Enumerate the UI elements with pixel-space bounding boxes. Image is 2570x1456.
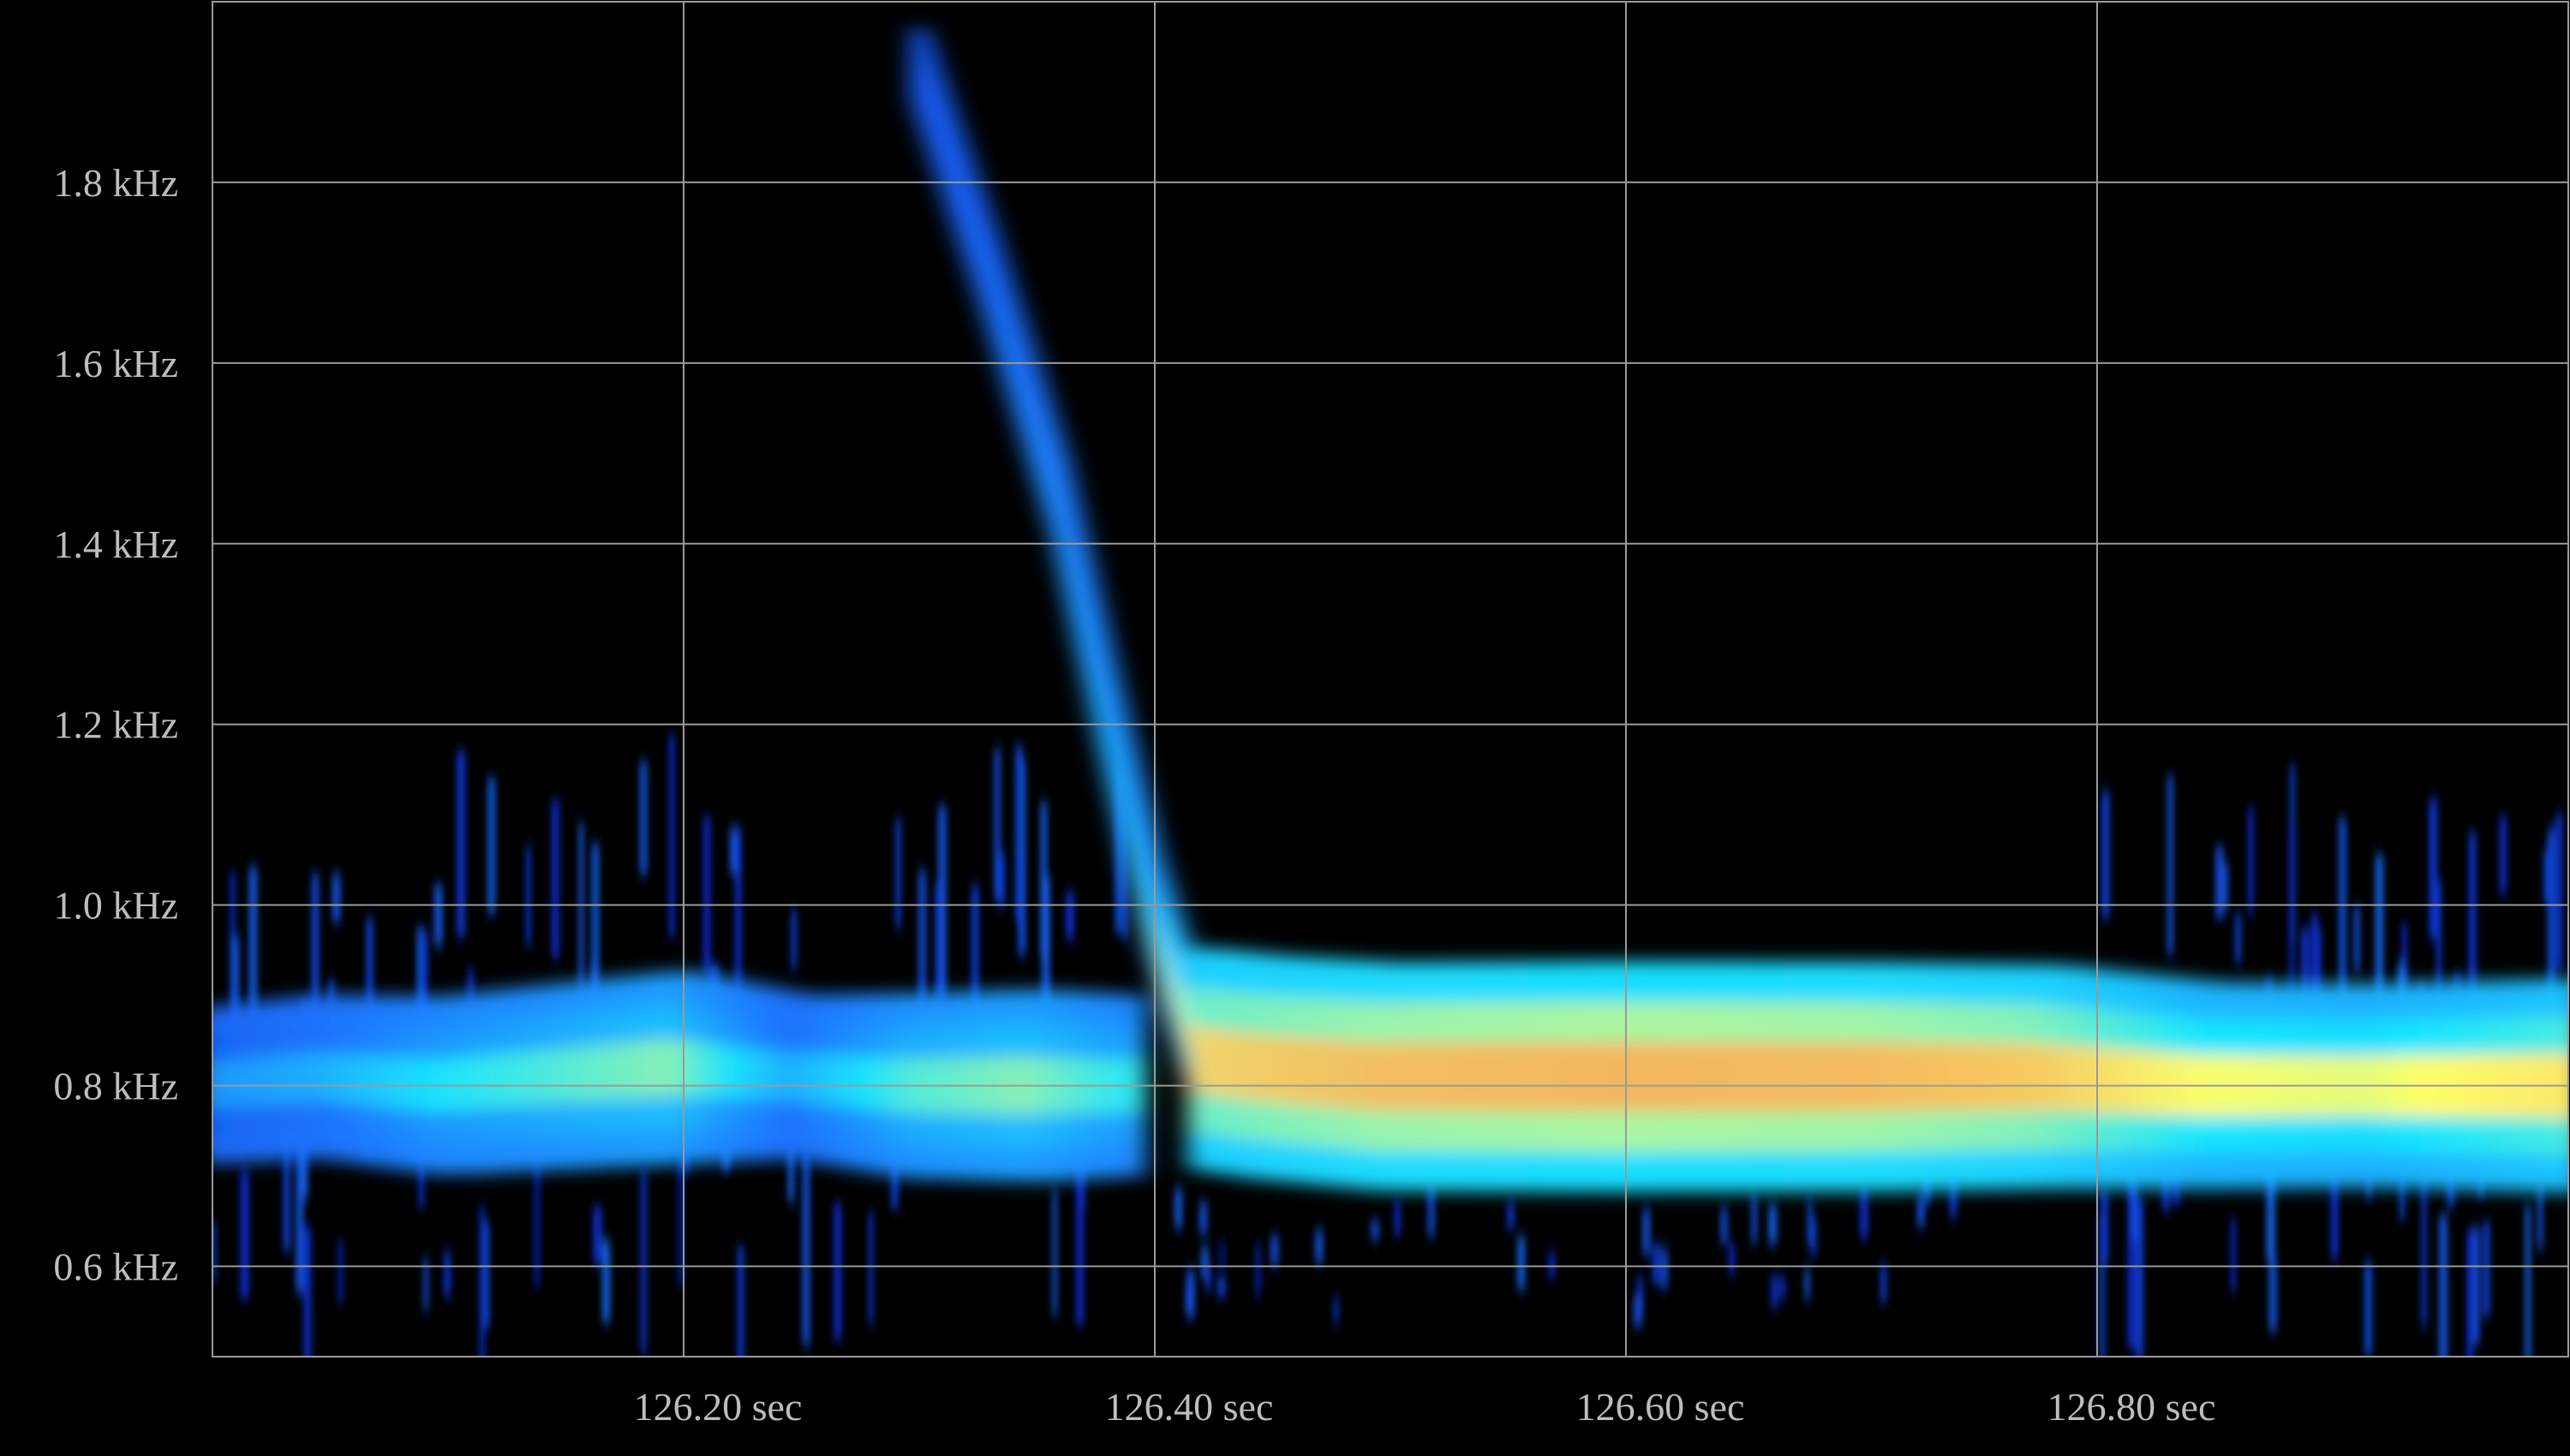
noise-streak	[457, 750, 465, 938]
noise-streak	[2339, 818, 2346, 1003]
noise-streak	[2230, 1218, 2236, 1292]
noise-streak	[833, 1202, 842, 1340]
noise-streak	[1507, 1202, 1515, 1230]
y-tick-label: 1.0 kHz	[53, 884, 178, 928]
noise-streak	[918, 869, 926, 1004]
noise-streak	[1768, 1204, 1778, 1244]
noise-streak	[1256, 1244, 1261, 1296]
noise-streak	[602, 1239, 611, 1322]
noise-streak	[1652, 1244, 1660, 1285]
noise-streak	[525, 845, 531, 946]
noise-streak	[1371, 1220, 1379, 1240]
noise-streak	[2353, 905, 2360, 972]
noise-streak	[2555, 813, 2563, 970]
x-tick-label: 126.20 sec	[634, 1385, 803, 1429]
noise-streak	[639, 761, 648, 875]
noise-streak	[1394, 1201, 1401, 1236]
noise-streak	[433, 883, 443, 946]
noise-streak	[729, 826, 738, 874]
noise-streak	[1880, 1264, 1887, 1303]
y-tick-label: 1.6 kHz	[53, 342, 178, 385]
noise-streak	[332, 873, 341, 922]
noise-streak	[2499, 816, 2507, 894]
noise-streak	[2100, 1189, 2108, 1264]
noise-streak	[2215, 846, 2224, 918]
noise-streak	[2167, 775, 2173, 955]
noise-streak	[593, 1206, 602, 1264]
noise-streak	[668, 734, 675, 938]
noise-streak	[1204, 1266, 1211, 1291]
noise-streak	[487, 778, 496, 914]
noise-streak	[591, 843, 600, 994]
noise-streak	[303, 1226, 312, 1357]
noise-streak	[1811, 1216, 1817, 1257]
noise-streak	[1860, 1187, 1868, 1238]
noise-streak	[1804, 1268, 1810, 1299]
noise-streak	[2268, 1258, 2277, 1332]
y-tick-label: 0.6 kHz	[53, 1245, 178, 1289]
x-tick-label: 126.40 sec	[1105, 1385, 1274, 1429]
x-tick-label: 126.80 sec	[2047, 1385, 2216, 1429]
noise-streak	[240, 1171, 249, 1299]
noise-streak	[994, 749, 1001, 900]
noise-streak	[2429, 798, 2438, 939]
noise-streak	[1771, 1275, 1778, 1308]
noise-streak	[1729, 1243, 1736, 1274]
noise-streak	[2543, 849, 2549, 903]
noise-streak	[1040, 801, 1048, 958]
noise-streak	[1517, 1236, 1526, 1290]
noise-streak	[1270, 1234, 1279, 1267]
noise-streak	[551, 799, 559, 959]
series-band-1	[1376, 961, 2568, 1193]
noise-streak	[2247, 808, 2254, 915]
noise-streak	[641, 1171, 647, 1353]
y-tick-label: 1.2 kHz	[53, 703, 178, 747]
y-tick-label: 1.4 kHz	[53, 522, 178, 566]
noise-streak	[1642, 1208, 1651, 1256]
noise-streak	[1186, 1268, 1195, 1318]
y-tick-label: 0.8 kHz	[53, 1065, 178, 1108]
noise-streak	[1334, 1297, 1339, 1323]
noise-streak	[2537, 1182, 2543, 1250]
noise-streak	[938, 805, 947, 1000]
noise-streak	[737, 1245, 744, 1357]
noise-streak	[2101, 791, 2110, 918]
noise-streak	[1065, 892, 1074, 940]
noise-streak	[2136, 1196, 2143, 1357]
noise-streak	[1548, 1252, 1556, 1279]
noise-streak	[2223, 862, 2228, 910]
noise-streak	[1174, 1188, 1182, 1228]
noise-streak	[1807, 1198, 1813, 1247]
noise-streak	[444, 1250, 451, 1297]
noise-streak	[338, 1240, 343, 1304]
noise-streak	[2289, 826, 2294, 1006]
noise-streak	[1199, 1201, 1208, 1235]
noise-streak	[2483, 1221, 2490, 1317]
noise-streak	[2364, 1262, 2372, 1356]
noise-streak	[868, 1211, 874, 1324]
noise-streak	[1751, 1195, 1757, 1244]
noise-streak	[1075, 1167, 1085, 1326]
noise-streak	[1216, 1277, 1226, 1297]
noise-streak	[1917, 1196, 1925, 1227]
noise-streak	[1633, 1295, 1642, 1327]
noise-streak	[1315, 1229, 1324, 1264]
noise-streak	[1720, 1207, 1728, 1244]
noise-streak	[1660, 1249, 1668, 1289]
noise-streak	[1778, 1276, 1786, 1299]
noise-streak	[791, 909, 797, 970]
noise-streak	[702, 816, 711, 977]
series-band-2	[212, 971, 1146, 1182]
y-tick-label: 1.8 kHz	[53, 161, 178, 205]
noise-streak	[2472, 1226, 2480, 1345]
noise-streak	[1020, 759, 1025, 954]
noise-streak	[1052, 1190, 1057, 1316]
noise-streak	[1427, 1184, 1435, 1237]
noise-streak	[895, 818, 901, 928]
noise-streak	[802, 1151, 810, 1346]
x-tick-label: 126.60 sec	[1576, 1385, 1745, 1429]
noise-streak	[2235, 913, 2241, 964]
plot-background	[0, 0, 2570, 1456]
spectrogram-chart: 126.20 sec 126.40 sec 126.60 sec 126.80 sec…	[0, 0, 2570, 1456]
